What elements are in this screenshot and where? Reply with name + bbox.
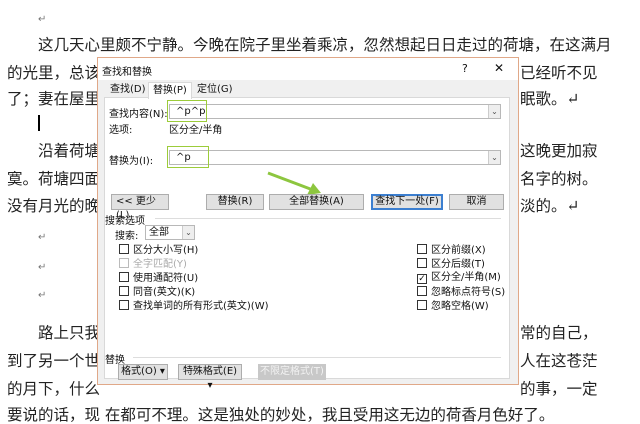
- left-option-checkbox[interactable]: 区分大小写(H): [119, 244, 198, 257]
- chevron-down-icon[interactable]: ⌄: [488, 151, 500, 164]
- doc-line-left: 的月下，什么: [7, 380, 101, 398]
- doc-line-right: 淡的。↵: [520, 197, 580, 215]
- paragraph-mark: ↵: [38, 232, 47, 243]
- doc-line-left: 了；妻在屋里: [7, 90, 101, 108]
- checkbox-box: [119, 258, 129, 268]
- checkbox-box: [417, 286, 427, 296]
- search-options-title: 搜索选项: [105, 216, 145, 227]
- doc-line-right: 的事，一定: [520, 380, 598, 398]
- doc-line-right: 已经听不见: [520, 64, 598, 82]
- format-button[interactable]: 格式(O) ▾: [118, 364, 168, 380]
- dialog-title: 查找和替换: [102, 67, 152, 78]
- checkbox-label: 忽略标点符号(S): [431, 287, 506, 298]
- replace-button[interactable]: 替换(R): [206, 194, 264, 210]
- divider: [155, 218, 501, 219]
- no-formatting-button: 不限定格式(T): [258, 364, 326, 380]
- checkbox-label: 区分全/半角(M): [431, 272, 501, 283]
- checkbox-box: [119, 272, 129, 282]
- help-button[interactable]: ?: [462, 62, 468, 75]
- replace-input[interactable]: ^p ⌄: [169, 150, 501, 165]
- left-option-checkbox[interactable]: 查找单词的所有形式(英文)(W): [119, 300, 269, 313]
- checkbox-label: 区分后缀(T): [431, 259, 485, 270]
- doc-line-left: 沿着荷塘: [38, 142, 101, 160]
- doc-line-right: 名字的树。: [520, 170, 598, 188]
- options-label: 选项:: [109, 125, 133, 136]
- search-direction-value: 全部: [149, 227, 169, 238]
- chevron-down-icon[interactable]: ⌄: [488, 105, 500, 118]
- tab-find[interactable]: 查找(D): [106, 82, 150, 98]
- doc-line-left: 的光里，总该: [7, 64, 101, 82]
- doc-line-left: 到了另一个世: [7, 352, 101, 370]
- text-cursor: [38, 115, 40, 131]
- replace-label: 替换为(I):: [109, 156, 154, 167]
- checkbox-label: 查找单词的所有形式(英文)(W): [133, 301, 269, 312]
- checkbox-box: [119, 286, 129, 296]
- paragraph-mark: ↵: [38, 262, 47, 273]
- dialog-titlebar: 查找和替换 ? ✕: [98, 58, 518, 80]
- cancel-button[interactable]: 取消: [449, 194, 504, 210]
- chevron-down-icon[interactable]: ⌄: [182, 226, 194, 239]
- tab-goto[interactable]: 定位(G): [193, 82, 237, 98]
- doc-line-left: 路上只我: [38, 324, 101, 342]
- checkbox-box: [417, 300, 427, 310]
- right-option-checkbox[interactable]: 忽略标点符号(S): [417, 286, 505, 299]
- paragraph-mark: ↵: [38, 14, 47, 25]
- search-direction-select[interactable]: 全部 ⌄: [145, 225, 195, 240]
- left-option-checkbox[interactable]: 使用通配符(U): [119, 272, 198, 285]
- right-option-checkbox[interactable]: 忽略空格(W): [417, 300, 489, 313]
- doc-line-right: 眠歌。↵: [520, 90, 580, 108]
- replace-highlight: [167, 146, 209, 168]
- close-icon[interactable]: ✕: [494, 61, 504, 75]
- right-option-checkbox[interactable]: ✓ 区分全/半角(M): [417, 272, 501, 284]
- checkbox-label: 区分前缀(X): [431, 245, 486, 256]
- doc-line-left: 这几天心里颇不宁静。今晚在院子里坐着乘凉，忽然想起日日走过的荷塘，在这满月: [38, 36, 612, 54]
- paragraph-mark: ↵: [38, 290, 47, 301]
- checkbox-box: [119, 244, 129, 254]
- doc-line-right: 人在这苍茫: [520, 352, 598, 370]
- tab-panel: 查找内容(N): ^p^p ⌄ 选项: 区分全/半角 替换为(I): ^p ⌄ <<…: [104, 97, 510, 391]
- doc-line-right: 这晚更加寂: [520, 142, 598, 160]
- options-value: 区分全/半角: [169, 125, 223, 136]
- find-replace-dialog: 查找和替换 ? ✕ 查找(D) 替换(P) 定位(G) 查找内容(N): ^p^…: [97, 57, 519, 391]
- checkbox-label: 全字匹配(Y): [133, 259, 187, 270]
- doc-line-left: 没有月光的晚: [7, 197, 101, 215]
- special-format-button[interactable]: 特殊格式(E) ▾: [178, 364, 242, 391]
- checkbox-box: ✓: [417, 274, 427, 284]
- tab-replace[interactable]: 替换(P): [148, 82, 192, 99]
- less-button[interactable]: << 更少(L): [111, 194, 169, 221]
- find-next-button[interactable]: 查找下一处(F): [371, 194, 443, 210]
- right-option-checkbox[interactable]: 区分后缀(T): [417, 258, 485, 271]
- find-label: 查找内容(N):: [109, 109, 168, 120]
- find-highlight: [167, 100, 207, 122]
- checkbox-box: [417, 258, 427, 268]
- left-option-checkbox: 全字匹配(Y): [119, 258, 187, 271]
- doc-line-left: 要说的话，现 在都可不理。这是独处的妙处，我且受用这无边的荷香月色好了。: [7, 406, 555, 424]
- doc-line-right: 常的自己，: [520, 324, 598, 342]
- divider: [133, 357, 501, 358]
- arrow-icon: [267, 171, 321, 195]
- checkbox-box: [119, 300, 129, 310]
- checkbox-label: 同音(英文)(K): [133, 287, 196, 298]
- checkbox-label: 区分大小写(H): [133, 245, 199, 256]
- find-input[interactable]: ^p^p ⌄: [169, 104, 501, 119]
- replace-all-button[interactable]: 全部替换(A): [269, 194, 364, 210]
- checkbox-label: 使用通配符(U): [133, 273, 199, 284]
- search-label: 搜索:: [115, 231, 139, 242]
- checkbox-box: [417, 244, 427, 254]
- left-option-checkbox[interactable]: 同音(英文)(K): [119, 286, 195, 299]
- right-option-checkbox[interactable]: 区分前缀(X): [417, 244, 486, 257]
- checkbox-label: 忽略空格(W): [431, 301, 489, 312]
